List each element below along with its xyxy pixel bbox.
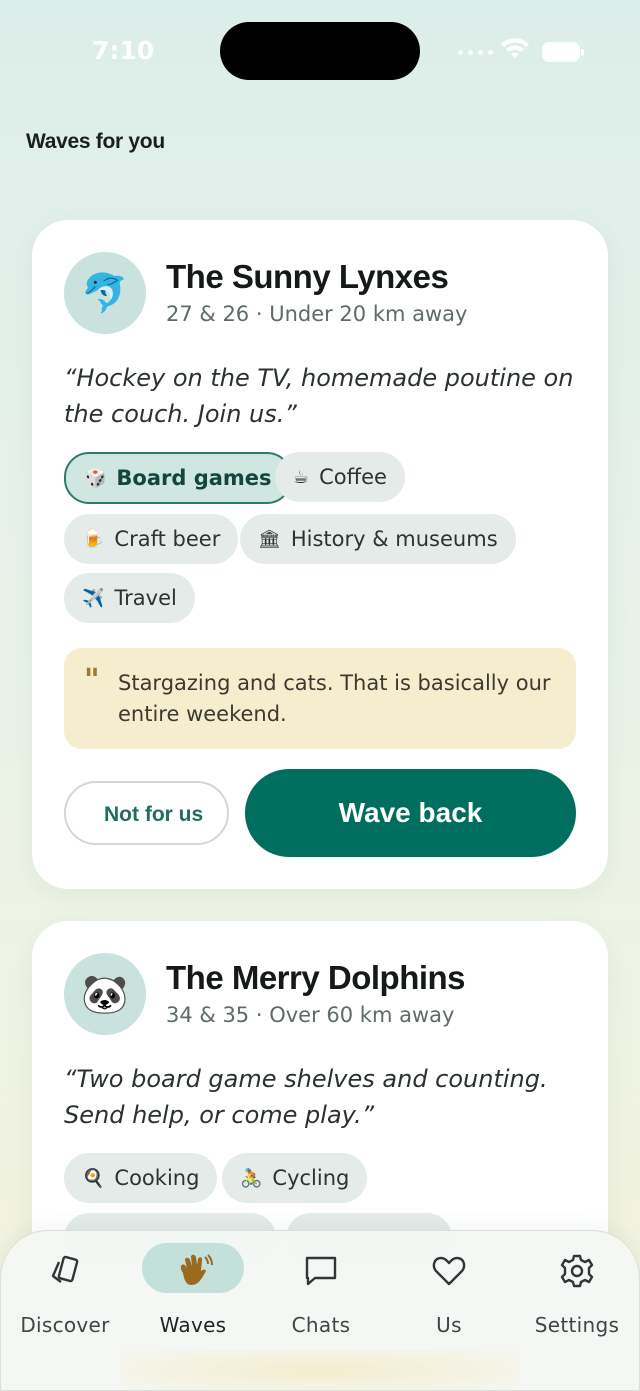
dice-icon: 🎲 — [84, 467, 107, 489]
quote-icon: " — [84, 663, 100, 698]
chip-label: Cycling — [272, 1166, 350, 1190]
dynamic-island — [220, 22, 420, 80]
tab-label: Discover — [20, 1313, 110, 1337]
avatar: 🐬 — [64, 252, 146, 334]
tab-us[interactable]: Us — [385, 1231, 513, 1341]
chip-label: Board games — [116, 466, 272, 490]
interest-chip[interactable]: 🚴 Cycling — [222, 1153, 368, 1203]
interest-chip[interactable]: ✈️ Travel — [64, 573, 195, 623]
chat-bubble-icon — [303, 1253, 339, 1289]
tab-label: Chats — [291, 1313, 351, 1337]
couple-note: " Stargazing and cats. That is basically… — [64, 648, 576, 749]
interest-chip[interactable]: 🍺 Craft beer — [64, 514, 239, 564]
chip-label: History & museums — [290, 527, 498, 551]
airplane-icon: ✈️ — [82, 587, 105, 609]
wave-card: 🐬 The Sunny Lynxes 27 & 26 · Under 20 km… — [32, 220, 608, 889]
tab-label: Settings — [534, 1313, 620, 1337]
couple-name: The Merry Dolphins — [166, 959, 466, 996]
tab-settings[interactable]: Settings — [513, 1231, 640, 1341]
couple-name: The Sunny Lynxes — [166, 258, 449, 295]
status-icons — [458, 38, 584, 66]
interest-chip[interactable]: ☕ Coffee — [275, 452, 405, 502]
couple-meta: 27 & 26 · Under 20 km away — [166, 302, 468, 326]
wifi-icon — [501, 38, 529, 58]
coffee-icon: ☕ — [293, 466, 310, 488]
chip-label: Cooking — [114, 1166, 200, 1190]
tab-waves[interactable]: Waves — [129, 1231, 257, 1341]
interest-chip[interactable]: 🍳 Cooking — [64, 1153, 218, 1203]
cards-icon — [47, 1253, 83, 1289]
couple-quote: “Hockey on the TV, homemade poutine on t… — [64, 364, 574, 428]
wave-back-button[interactable]: Wave back — [245, 769, 576, 857]
interest-chip[interactable]: 🎲 Board games — [64, 452, 292, 504]
cycling-icon: 🚴 — [240, 1167, 263, 1189]
tab-label: Us — [436, 1313, 462, 1337]
cooking-icon: 🍳 — [82, 1167, 105, 1189]
tab-discover[interactable]: Discover — [1, 1231, 129, 1341]
battery-icon — [542, 42, 584, 62]
page-title: Waves for you — [26, 130, 165, 153]
chip-label: Coffee — [319, 465, 387, 489]
tab-label: Waves — [159, 1313, 227, 1337]
couple-meta: 34 & 35 · Over 60 km away — [166, 1003, 455, 1027]
heart-icon — [431, 1253, 467, 1289]
chip-label: Travel — [114, 586, 177, 610]
note-text: Stargazing and cats. That is basically o… — [118, 671, 551, 726]
tab-chats[interactable]: Chats — [257, 1231, 385, 1341]
chip-label: Craft beer — [114, 527, 221, 551]
museum-icon: 🏛 — [258, 528, 281, 550]
status-time: 7:10 — [92, 36, 155, 65]
interest-chip[interactable]: 🏛 History & museums — [240, 514, 516, 564]
gear-icon — [559, 1253, 595, 1289]
wave-hand-icon — [173, 1253, 213, 1289]
cellular-signal-icon — [458, 50, 493, 55]
beer-icon: 🍺 — [82, 528, 105, 550]
avatar: 🐼 — [64, 953, 146, 1035]
not-for-us-button[interactable]: Not for us — [64, 781, 229, 845]
home-indicator-glow — [120, 1350, 520, 1391]
couple-quote: “Two board game shelves and counting. Se… — [64, 1065, 548, 1129]
